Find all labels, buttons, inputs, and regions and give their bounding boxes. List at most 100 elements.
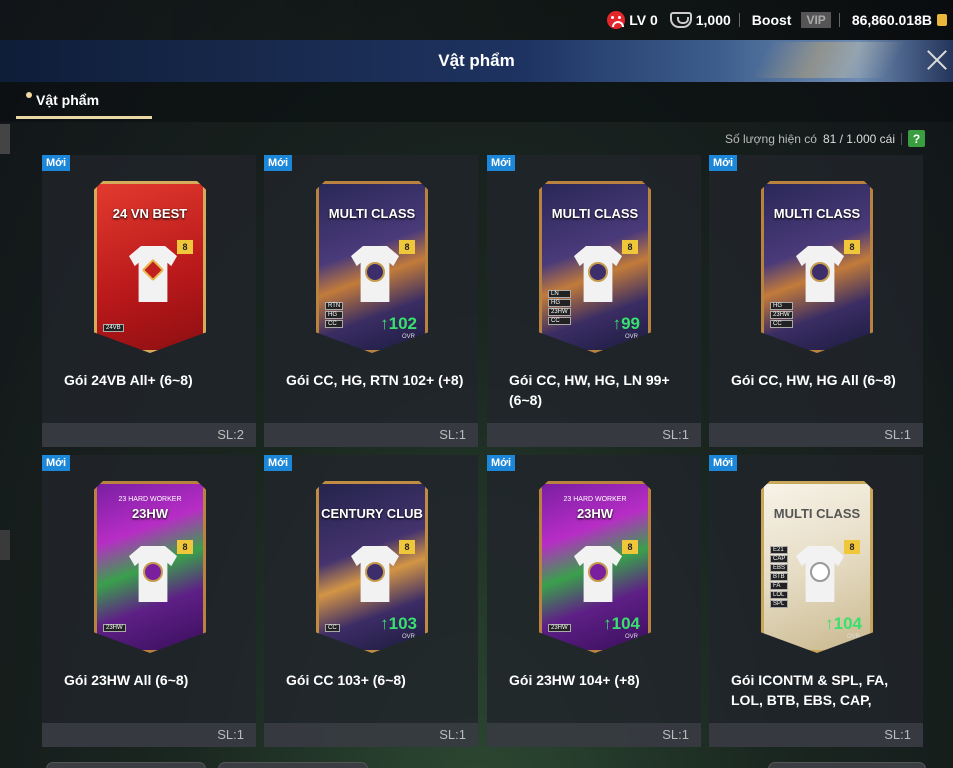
side-scroll-handle[interactable] [0,124,10,154]
grade-badge: 8 [622,540,638,554]
divider [738,13,740,27]
divider [901,132,902,145]
item-name: Gói CC 103+ (6~8) [286,672,406,688]
item-footer: SL:1 [487,423,701,447]
ovr-value: ↑103 [380,614,417,633]
pack-image: 23 HARD WORKER 23HW 8 23HW ↑104 OVR [539,481,651,653]
season-chip: HG [770,302,793,310]
bottom-action-button[interactable] [768,762,926,768]
pack-image: 23 HARD WORKER 23HW 8 23HW [94,481,206,653]
close-button[interactable] [923,46,951,74]
jersey-icon [574,246,622,302]
pack-title: 23HW [576,506,614,521]
level-text: LV 0 [629,12,658,28]
points-group: 1,000 [669,12,731,28]
ovr-label: OVR [624,634,638,640]
grade-badge: 8 [844,540,860,554]
pack-title: CENTURY CLUB [321,506,423,521]
item-card[interactable]: Mới CENTURY CLUB 8 CC ↑103 OVR Gói CC 10… [264,455,478,747]
boost-group[interactable]: Boost VIP [752,12,831,28]
jersey-icon [796,546,844,602]
pack-title: MULTI CLASS [773,206,861,221]
season-chips: 24VB [103,324,124,332]
quantity-indicator: Số lượng hiện có 81 / 1.000 cái ? [725,130,925,147]
item-footer: SL:1 [487,723,701,747]
level-group: LV 0 [607,11,658,29]
help-button[interactable]: ? [908,130,925,147]
item-footer: SL:1 [264,723,478,747]
item-card[interactable]: Mới MULTI CLASS 8 HG 23HW CC Gói CC, HW,… [709,155,923,447]
emblem-icon [143,562,163,582]
page-header: Vật phẩm [0,40,953,82]
notification-dot-icon [26,92,32,98]
item-count: SL:1 [884,727,911,742]
side-scroll-handle[interactable] [0,530,10,560]
item-card[interactable]: Mới 23 HARD WORKER 23HW 8 23HW ↑104 OVR … [487,455,701,747]
pack-image: MULTI CLASS 8 E21 CAP EBS BTB FA LOL SPL… [761,481,873,653]
season-chip: RTN [325,302,344,310]
grade-badge: 8 [177,240,193,254]
item-count: SL:1 [439,727,466,742]
new-badge: Mới [42,455,71,471]
season-chip: 23HW [770,311,793,319]
season-chip: 24VB [103,324,124,332]
season-chips: LN HG 23HW CC [548,290,571,325]
quantity-label: Số lượng hiện có [724,131,817,146]
season-chip: 23HW [548,624,571,632]
jersey-icon [351,246,399,302]
item-count: SL:1 [662,427,689,442]
season-chip: 23HW [103,624,126,632]
item-name: Gói ICONTM & SPL, FA, LOL, BTB, EBS, CAP… [731,672,889,708]
emblem-icon [588,562,608,582]
ovr-label: OVR [401,334,415,340]
pack-title: 24 VN BEST [112,206,188,221]
pack-title: MULTI CLASS [773,506,861,521]
season-chips: 23HW [548,624,571,632]
season-chip: E21 [770,546,789,554]
item-count: SL:1 [662,727,689,742]
item-footer: SL:1 [42,723,256,747]
new-badge: Mới [487,455,516,471]
pack-image: MULTI CLASS 8 RTN HG CC ↑102 OVR [316,181,428,353]
new-badge: Mới [487,155,516,171]
season-chip: FA [770,582,789,590]
pack-image: MULTI CLASS 8 LN HG 23HW CC ↑99 OVR [539,181,651,353]
icon-emblem-icon [810,562,830,582]
season-chip: CAP [770,555,789,563]
tab-active-indicator [16,116,152,119]
pack-title: MULTI CLASS [328,206,416,221]
item-name: Gói CC, HW, HG, LN 99+ (6~8) [509,372,670,408]
ovr-value: ↑104 [603,614,640,633]
ovr-value: ↑99 [612,314,640,333]
item-card[interactable]: Mới 23 HARD WORKER 23HW 8 23HW Gói 23HW … [42,455,256,747]
item-count: SL:1 [439,427,466,442]
coins-group: 86,860.018B [852,12,947,28]
tab-items[interactable]: Vật phẩm [26,92,99,108]
jersey-icon [351,546,399,602]
item-footer: SL:1 [709,423,923,447]
bottom-action-button[interactable] [46,762,206,768]
season-chip: LOL [770,591,789,599]
item-card[interactable]: Mới MULTI CLASS 8 E21 CAP EBS BTB FA LOL… [709,455,923,747]
season-chip: HG [548,299,571,307]
season-chip: CC [325,320,344,328]
item-name: Gói CC, HG, RTN 102+ (+8) [286,372,464,388]
pack-image: CENTURY CLUB 8 CC ↑103 OVR [316,481,428,653]
item-name: Gói 24VB All+ (6~8) [64,372,193,388]
item-card[interactable]: Mới MULTI CLASS 8 RTN HG CC ↑102 OVR Gói… [264,155,478,447]
emblem-icon [588,262,608,282]
pack-image: MULTI CLASS 8 HG 23HW CC [761,181,873,353]
quantity-value: 81 / 1.000 cái [822,131,895,146]
bottom-action-button[interactable] [218,762,368,768]
season-chips: E21 CAP EBS BTB FA LOL SPL [770,546,789,608]
item-card[interactable]: Mới 24 VN BEST 8 24VB Gói 24VB All+ (6~8… [42,155,256,447]
star-emblem-icon [141,258,165,282]
season-chip: HG [325,311,344,319]
item-name: Gói 23HW All (6~8) [64,672,189,688]
item-footer: SL:1 [264,423,478,447]
season-chip: 23HW [548,308,571,316]
season-chip: BTB [770,573,789,581]
shield-icon [669,12,692,28]
item-card[interactable]: Mới MULTI CLASS 8 LN HG 23HW CC ↑99 OVR … [487,155,701,447]
grade-badge: 8 [844,240,860,254]
